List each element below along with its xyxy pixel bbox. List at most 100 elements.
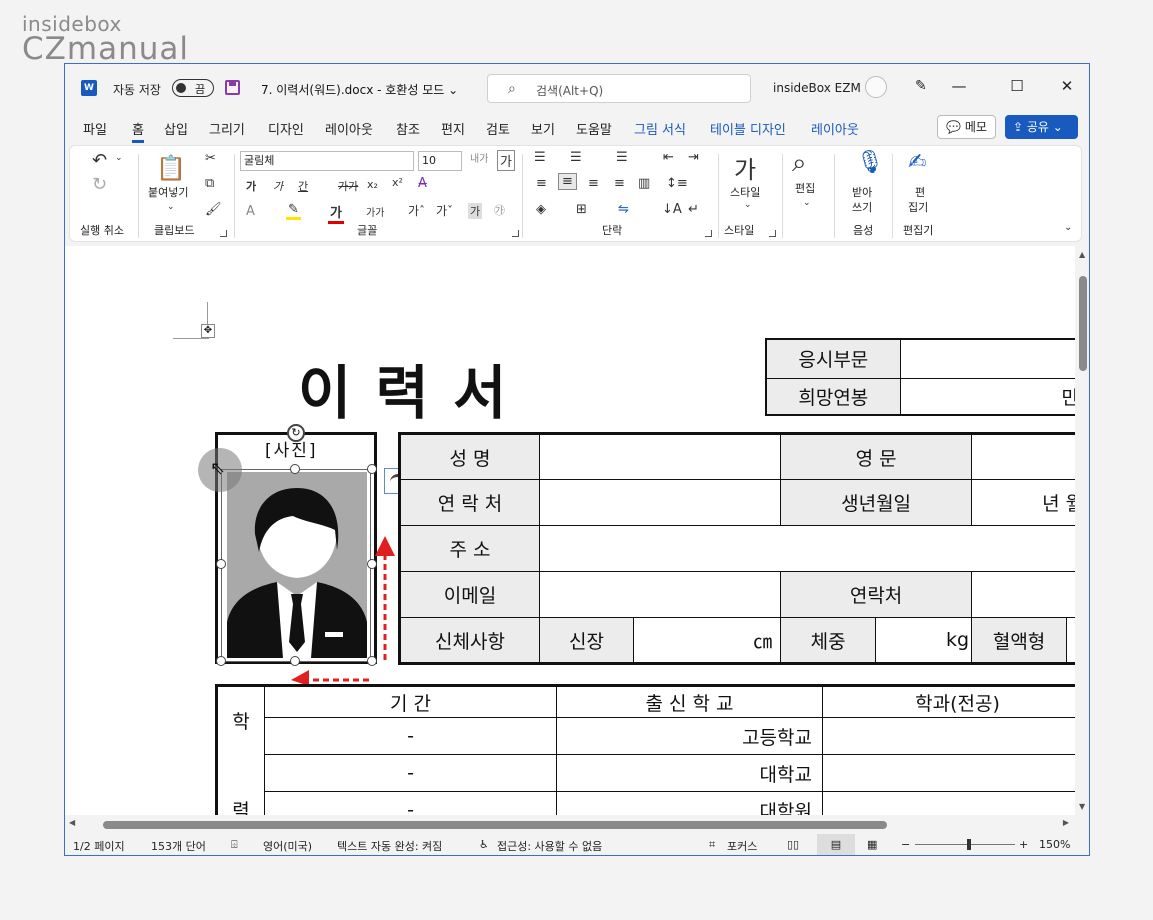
bullets-icon[interactable]: ☰ [534, 150, 546, 165]
char-shading-icon[interactable]: 가 [468, 203, 483, 219]
styles-icon[interactable]: 가 [734, 150, 756, 185]
accessibility-status[interactable]: 접근성: 사용할 수 없음 [497, 838, 602, 854]
format-painter-icon[interactable]: 🖌 [205, 202, 222, 217]
value-cell[interactable] [538, 571, 782, 618]
document-canvas[interactable]: ✥ 이 력 서 응시부문 희망연봉 만 [사진] [65, 246, 1075, 815]
font-size-select[interactable]: 10 [418, 151, 462, 171]
value-cell[interactable] [971, 571, 1075, 618]
shrink-font-size-icon[interactable]: 가ˇ [436, 202, 453, 219]
styles-dropdown-icon[interactable]: ⌄ [744, 200, 752, 210]
horizontal-scrollbar[interactable]: ◀ ▶ [65, 815, 1075, 833]
value-cell[interactable] [538, 479, 782, 526]
value-cell[interactable] [538, 433, 782, 480]
paste-label[interactable]: 붙여넣기 [148, 186, 188, 200]
undo-icon[interactable]: ↶ [92, 150, 107, 171]
resize-handle-bottom-left[interactable] [216, 656, 226, 666]
asian-layout-icon[interactable]: ⇋ [618, 202, 629, 217]
tab-table-design[interactable]: 테이블 디자인 [710, 119, 786, 138]
resize-handle-left[interactable] [216, 559, 226, 569]
value-cell[interactable]: kg [875, 617, 973, 664]
edu-cell[interactable]: - [264, 791, 557, 815]
rotate-handle-icon[interactable]: ↻ [287, 424, 305, 442]
autocomplete-status[interactable]: 텍스트 자동 완성: 켜짐 [337, 838, 442, 854]
dictate-label-2[interactable]: 쓰기 [852, 201, 872, 215]
strikethrough-icon[interactable]: 가가 [338, 178, 358, 194]
tab-review[interactable]: 검토 [486, 119, 510, 138]
zoom-slider[interactable] [915, 844, 1015, 845]
tab-help[interactable]: 도움말 [576, 119, 612, 138]
paragraph-launcher-icon[interactable] [705, 230, 712, 237]
tab-table-layout[interactable]: 레이아웃 [811, 119, 859, 138]
scroll-right-icon[interactable]: ▶ [1063, 818, 1069, 827]
editing-dropdown-icon[interactable]: ⌄ [803, 198, 811, 208]
find-icon[interactable]: ⌕ [792, 148, 807, 179]
zoom-out-icon[interactable]: − [901, 838, 910, 851]
editor-label-1[interactable]: 편 [915, 186, 925, 200]
line-spacing-icon[interactable]: ↕≡ [666, 176, 688, 191]
font-name-select[interactable]: 굴림체 [240, 151, 414, 171]
edu-cell[interactable] [822, 791, 1075, 815]
share-button[interactable]: ⇪ 공유 ⌄ [1005, 115, 1078, 139]
value-cell[interactable] [899, 338, 1075, 379]
table-move-handle-icon[interactable]: ✥ [201, 324, 215, 338]
value-cell[interactable]: 만 [899, 377, 1075, 416]
microphone-icon[interactable]: 🎙 [856, 150, 884, 175]
scroll-up-icon[interactable]: ▲ [1079, 250, 1085, 259]
tab-design[interactable]: 디자인 [268, 119, 304, 138]
tab-layout[interactable]: 레이아웃 [325, 119, 373, 138]
read-mode-icon[interactable]: ▯▯ [787, 838, 799, 851]
tab-picture-format[interactable]: 그림 서식 [634, 119, 686, 138]
edu-cell[interactable]: 고등학교 [556, 717, 823, 755]
editor-icon[interactable]: ✍ [908, 150, 926, 175]
web-layout-icon[interactable]: ▦ [867, 838, 877, 851]
language-status[interactable]: 영어(미국) [263, 838, 312, 854]
distributed-icon[interactable]: ▥ [638, 176, 650, 191]
print-layout-icon[interactable]: ▤ [817, 834, 855, 855]
scroll-left-icon[interactable]: ◀ [69, 818, 75, 827]
paste-icon[interactable]: 📋 [156, 154, 186, 182]
subscript-icon[interactable]: x₂ [367, 178, 378, 191]
align-left-icon[interactable]: ≡ [536, 176, 547, 191]
underline-icon[interactable]: 간 [298, 178, 308, 194]
dictate-label-1[interactable]: 받아 [852, 186, 872, 200]
borders-icon[interactable]: ⊞ [576, 202, 587, 217]
zoom-slider-thumb[interactable] [967, 839, 971, 850]
tab-file[interactable]: 파일 [83, 119, 107, 138]
autosave-toggle[interactable]: 끔 [172, 79, 214, 97]
document-title[interactable]: 7. 이력서(워드).docx - 호환성 모드 ⌄ [261, 81, 458, 98]
style-launcher-icon[interactable] [769, 230, 776, 237]
tab-references[interactable]: 참조 [396, 119, 420, 138]
enclose-char-icon[interactable]: ㉮ [494, 202, 505, 218]
increase-indent-icon[interactable]: ⇥ [688, 150, 699, 165]
vertical-scrollbar[interactable]: ▲ ▼ [1075, 246, 1089, 815]
tab-home[interactable]: 홈 [132, 119, 144, 143]
page-count[interactable]: 1/2 페이지 [73, 838, 125, 854]
value-cell[interactable]: ㎝ [632, 617, 782, 664]
resize-handle-top-right[interactable] [367, 464, 377, 474]
show-marks-icon[interactable]: ↵ [688, 202, 699, 217]
edu-cell[interactable]: - [264, 717, 557, 755]
proofing-icon[interactable]: ⌹ [231, 838, 238, 852]
edu-cell[interactable]: 대학교 [556, 754, 823, 792]
multilevel-list-icon[interactable]: ☰ [616, 150, 628, 165]
align-right-icon[interactable]: ≡ [588, 176, 599, 191]
undo-dropdown-icon[interactable]: ⌄ [115, 153, 123, 163]
search-box[interactable]: ⌕ 검색(Alt+Q) [487, 74, 751, 103]
font-color-icon[interactable]: 가 [328, 202, 344, 224]
value-cell[interactable] [539, 525, 1075, 572]
clipboard-launcher-icon[interactable] [220, 230, 227, 237]
zoom-in-icon[interactable]: + [1019, 838, 1028, 851]
close-button[interactable]: ✕ [1057, 77, 1077, 95]
clear-format-icon[interactable]: A̶ [418, 176, 427, 191]
tab-view[interactable]: 보기 [531, 119, 555, 138]
numbering-icon[interactable]: ☰ [570, 150, 582, 165]
text-effects-icon[interactable]: A [246, 204, 255, 219]
edu-cell[interactable]: 대학원 [556, 791, 823, 815]
paste-dropdown-icon[interactable]: ⌄ [167, 202, 175, 212]
edu-cell[interactable] [822, 754, 1075, 792]
designer-pen-icon[interactable]: ✎ [915, 78, 927, 94]
avatar[interactable] [865, 76, 887, 98]
edu-cell[interactable] [822, 717, 1075, 755]
value-cell[interactable] [1066, 617, 1075, 664]
align-center-icon[interactable]: ≡ [558, 173, 577, 190]
